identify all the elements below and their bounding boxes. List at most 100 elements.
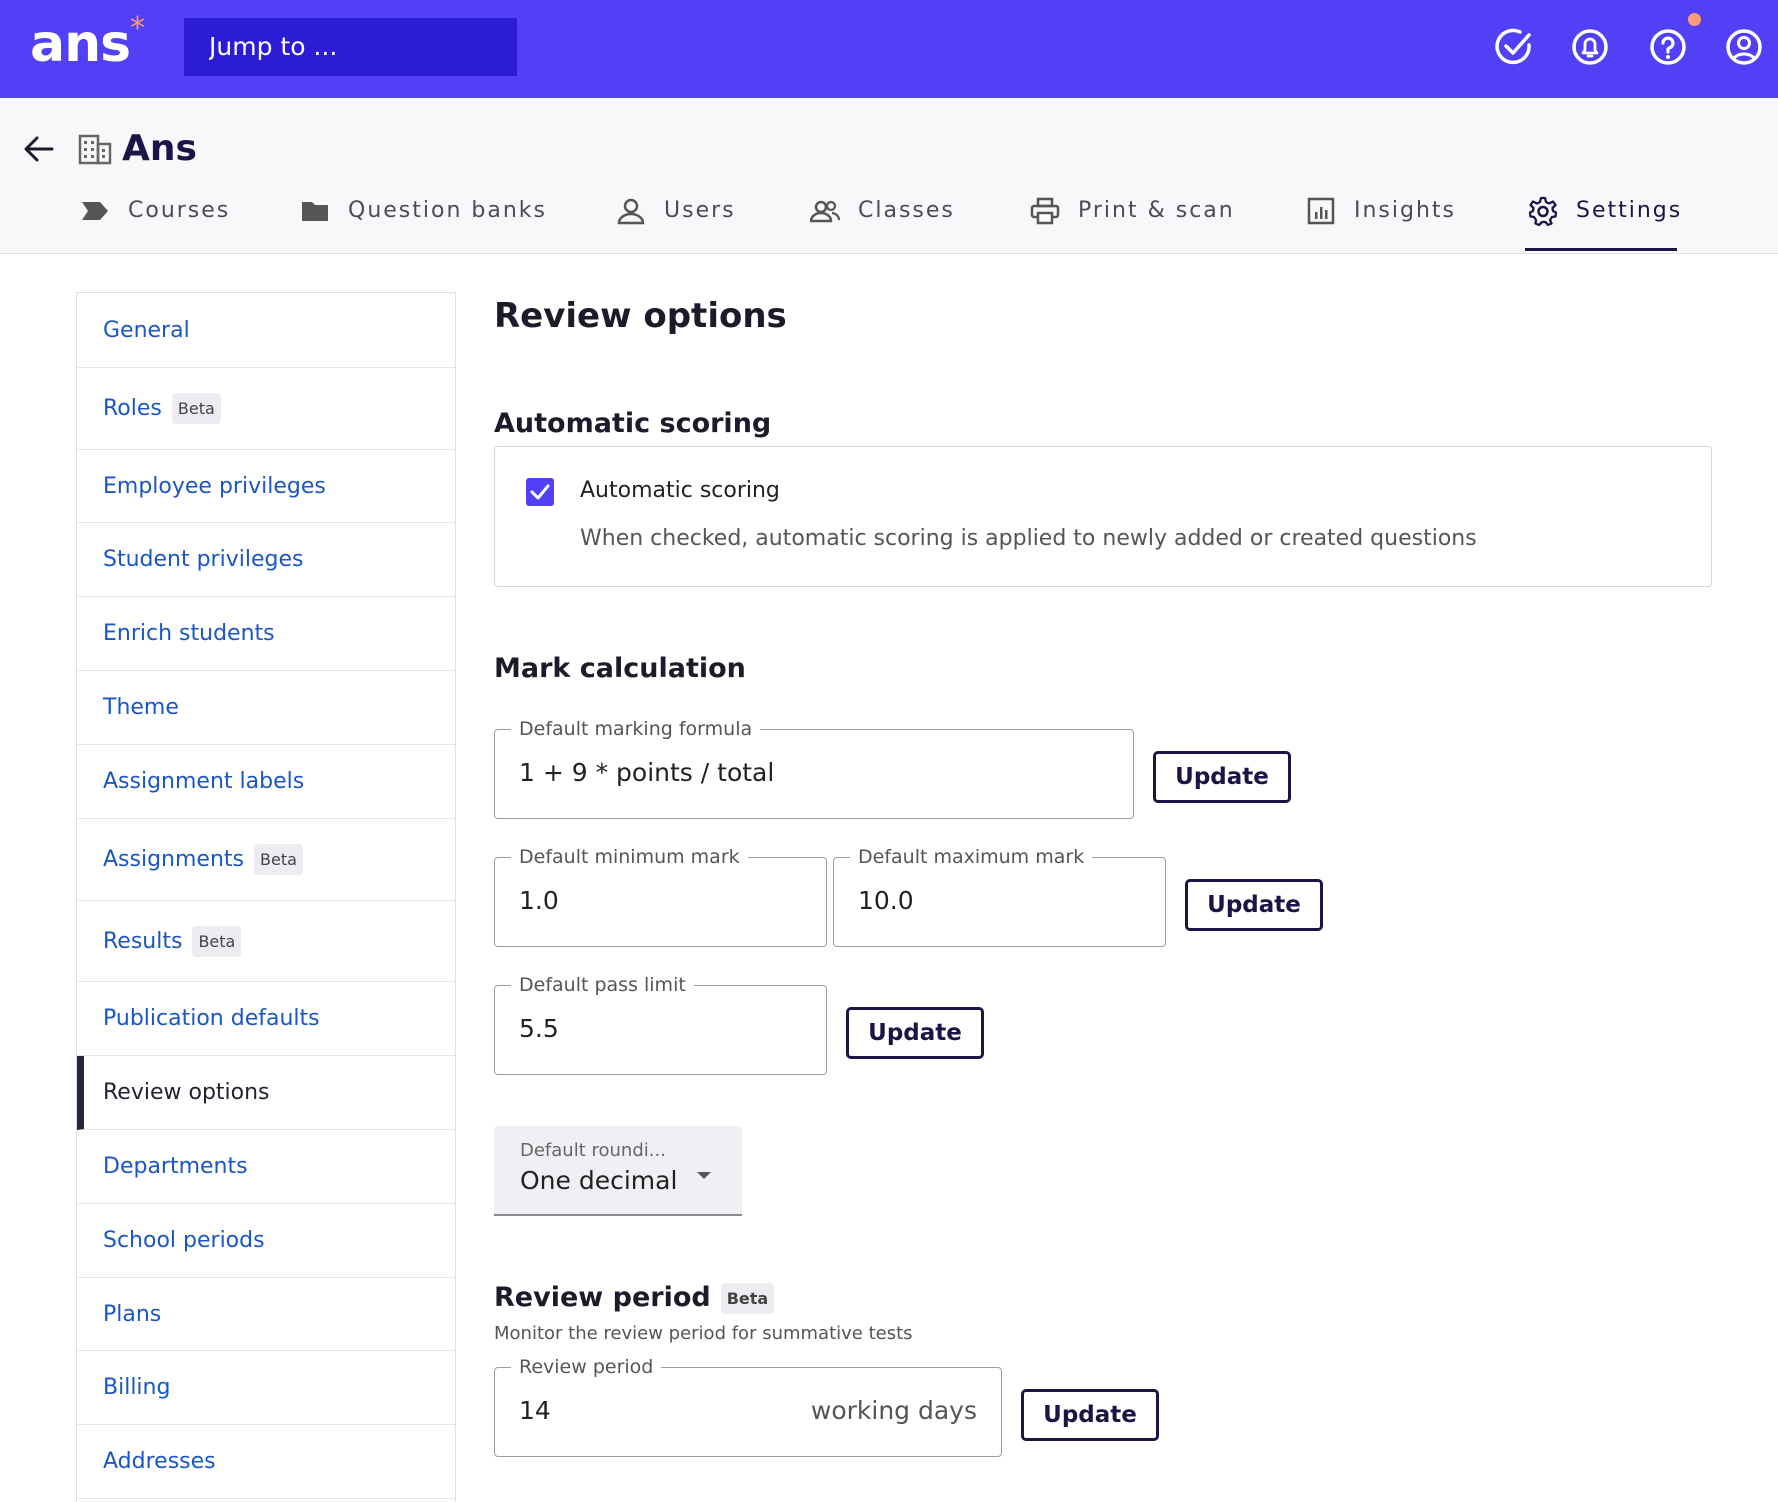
automatic-scoring-heading: Automatic scoring	[494, 408, 772, 439]
logo-asterisk: *	[130, 11, 145, 46]
field-underline	[854, 946, 1066, 947]
tab-print-scan[interactable]: Print & scan	[1030, 190, 1235, 252]
sidebar-item-label: Student privileges	[103, 547, 304, 572]
org-header: Ans Courses Question banks Users Classes…	[0, 98, 1778, 254]
sidebar-item-school-periods[interactable]: School periods	[77, 1204, 455, 1278]
field-underline	[515, 1456, 657, 1457]
sidebar-item-assignment-labels[interactable]: Assignment labels	[77, 745, 455, 819]
chart-icon	[1307, 197, 1335, 225]
sidebar-item-label: Assignment labels	[103, 769, 305, 794]
group-icon	[810, 200, 840, 223]
field-label: Default pass limit	[511, 974, 694, 996]
sidebar-item-review-options[interactable]: Review options	[77, 1056, 455, 1130]
sidebar-item-theme[interactable]: Theme	[77, 671, 455, 745]
sidebar-item-label: Results	[103, 928, 183, 954]
tab-label: Classes	[858, 198, 955, 223]
review-period-title: Review period	[494, 1282, 711, 1313]
sidebar-item-label: Employee privileges	[103, 473, 326, 499]
back-arrow-icon[interactable]	[22, 132, 56, 166]
sidebar-item-label: Billing	[103, 1375, 171, 1400]
field-label: Review period	[511, 1356, 662, 1378]
beta-badge: Beta	[720, 1283, 775, 1314]
courses-icon	[82, 202, 108, 220]
sidebar-item-general[interactable]: General	[77, 293, 455, 368]
tab-courses[interactable]: Courses	[80, 190, 230, 252]
tab-users[interactable]: Users	[616, 190, 736, 252]
sidebar-item-label: Theme	[103, 695, 179, 720]
sidebar-item-plans[interactable]: Plans	[77, 1278, 455, 1351]
field-underline	[515, 1074, 677, 1075]
field-label: Default minimum mark	[511, 846, 748, 868]
sidebar-item-label: Assignments	[103, 847, 244, 872]
field-underline	[515, 946, 727, 947]
tab-label: Print & scan	[1078, 198, 1235, 223]
sidebar-item-assignments[interactable]: Assignments Beta	[77, 819, 455, 901]
ans-logo[interactable]: ans	[30, 14, 131, 74]
review-period-field[interactable]: Review period 14 working days	[494, 1356, 1002, 1457]
sidebar-item-addresses[interactable]: Addresses	[77, 1425, 455, 1499]
tab-insights[interactable]: Insights	[1306, 190, 1456, 252]
user-icon[interactable]	[1724, 27, 1764, 67]
pass-limit-field[interactable]: Default pass limit 5.5	[494, 974, 827, 1075]
building-icon	[78, 134, 112, 165]
beta-badge: Beta	[171, 393, 221, 424]
gear-icon	[1528, 196, 1558, 226]
sidebar-item-label: Plans	[103, 1301, 162, 1327]
sidebar-item-publication-defaults[interactable]: Publication defaults	[77, 982, 455, 1056]
sidebar-item-student-privileges[interactable]: Student privileges	[77, 523, 455, 597]
tab-question-banks[interactable]: Question banks	[300, 190, 547, 252]
tab-label: Question banks	[348, 198, 547, 223]
tab-label: Insights	[1354, 198, 1457, 223]
tab-classes[interactable]: Classes	[810, 190, 955, 252]
top-bar: ans *	[0, 0, 1778, 98]
select-value: One decimal	[520, 1166, 678, 1195]
sidebar-item-label: Addresses	[103, 1449, 216, 1474]
field-value: 5.5	[519, 1014, 559, 1043]
maximum-mark-field[interactable]: Default maximum mark 10.0	[833, 846, 1166, 947]
sidebar-item-billing[interactable]: Billing	[77, 1351, 455, 1425]
automatic-scoring-description: When checked, automatic scoring is appli…	[580, 526, 1477, 551]
sidebar-item-employee-privileges[interactable]: Employee privileges	[77, 450, 455, 523]
bell-icon[interactable]	[1570, 27, 1610, 67]
page-title: Review options	[494, 296, 787, 336]
update-review-period-button[interactable]: Update	[1021, 1389, 1159, 1441]
beta-badge: Beta	[254, 844, 303, 875]
check-circle-icon[interactable]	[1494, 27, 1534, 67]
automatic-scoring-label: Automatic scoring	[580, 478, 780, 503]
jump-to-search-input[interactable]	[184, 18, 517, 76]
checkmark-icon	[530, 484, 550, 500]
folder-icon	[302, 202, 328, 221]
notification-dot	[1688, 13, 1701, 26]
update-min-max-button[interactable]: Update	[1185, 879, 1323, 931]
caret-down-icon	[697, 1172, 711, 1179]
review-period-heading: Review period Beta	[494, 1282, 775, 1314]
field-label: Default marking formula	[511, 718, 761, 740]
sidebar-item-roles[interactable]: Roles Beta	[77, 368, 455, 450]
sidebar-item-label: General	[103, 317, 190, 343]
sidebar-item-label: School periods	[103, 1228, 265, 1253]
field-value: 14	[519, 1396, 551, 1425]
sidebar-item-label: Roles	[103, 396, 162, 421]
automatic-scoring-checkbox[interactable]	[526, 478, 554, 506]
sidebar-item-label: Departments	[103, 1154, 248, 1179]
user-icon	[617, 198, 645, 225]
minimum-mark-field[interactable]: Default minimum mark 1.0	[494, 846, 827, 947]
update-pass-limit-button[interactable]: Update	[846, 1007, 984, 1059]
update-formula-button[interactable]: Update	[1153, 751, 1291, 803]
field-value: 1 + 9 * points / total	[519, 758, 775, 787]
field-underline	[515, 818, 747, 819]
sidebar-item-label: Enrich students	[103, 621, 275, 646]
tab-label: Users	[664, 198, 736, 223]
sidebar-item-results[interactable]: Results Beta	[77, 901, 455, 982]
sidebar-item-label: Publication defaults	[103, 1006, 320, 1031]
sidebar-item-departments[interactable]: Departments	[77, 1130, 455, 1204]
tab-settings[interactable]: Settings	[1528, 190, 1682, 252]
marking-formula-field[interactable]: Default marking formula 1 + 9 * points /…	[494, 718, 1134, 819]
tab-label: Courses	[128, 198, 231, 223]
review-period-subtitle: Monitor the review period for summative …	[494, 1323, 913, 1344]
active-tab-indicator	[1525, 248, 1677, 251]
help-icon[interactable]	[1648, 27, 1688, 67]
rounding-select[interactable]: Default roundi... One decimal	[494, 1126, 742, 1216]
sidebar-item-enrich-students[interactable]: Enrich students	[77, 597, 455, 671]
mark-calculation-heading: Mark calculation	[494, 653, 746, 684]
